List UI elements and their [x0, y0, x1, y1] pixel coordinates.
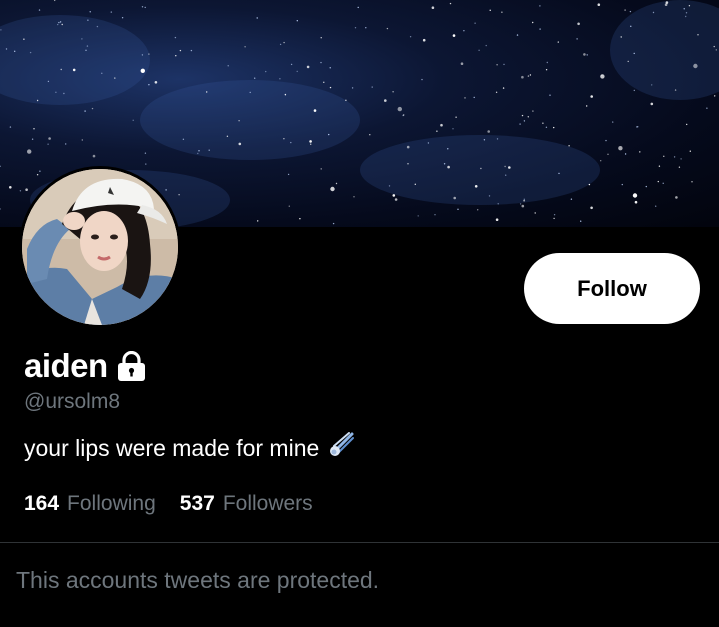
lock-icon: [117, 350, 146, 386]
followers-link[interactable]: 537 Followers: [180, 492, 313, 516]
followers-count: 537: [179, 492, 215, 515]
following-link[interactable]: 164 Following: [24, 492, 156, 516]
comet-icon: [328, 432, 355, 464]
display-name: aiden: [24, 347, 108, 384]
divider: [0, 542, 719, 543]
following-count: 164: [24, 492, 60, 515]
bio: your lips were made for mine: [24, 432, 355, 464]
avatar-image: [22, 169, 178, 325]
followers-label: Followers: [222, 492, 313, 515]
avatar[interactable]: [19, 166, 181, 328]
profile-stats: 164 Following 537 Followers: [24, 492, 313, 516]
bio-text: your lips were made for mine: [24, 434, 320, 461]
profile-name-row: aiden: [24, 346, 146, 386]
following-label: Following: [67, 492, 156, 515]
handle: @ursolm8: [24, 390, 121, 413]
follow-button[interactable]: Follow: [524, 253, 700, 324]
protected-notice: This accounts tweets are protected.: [16, 567, 380, 593]
